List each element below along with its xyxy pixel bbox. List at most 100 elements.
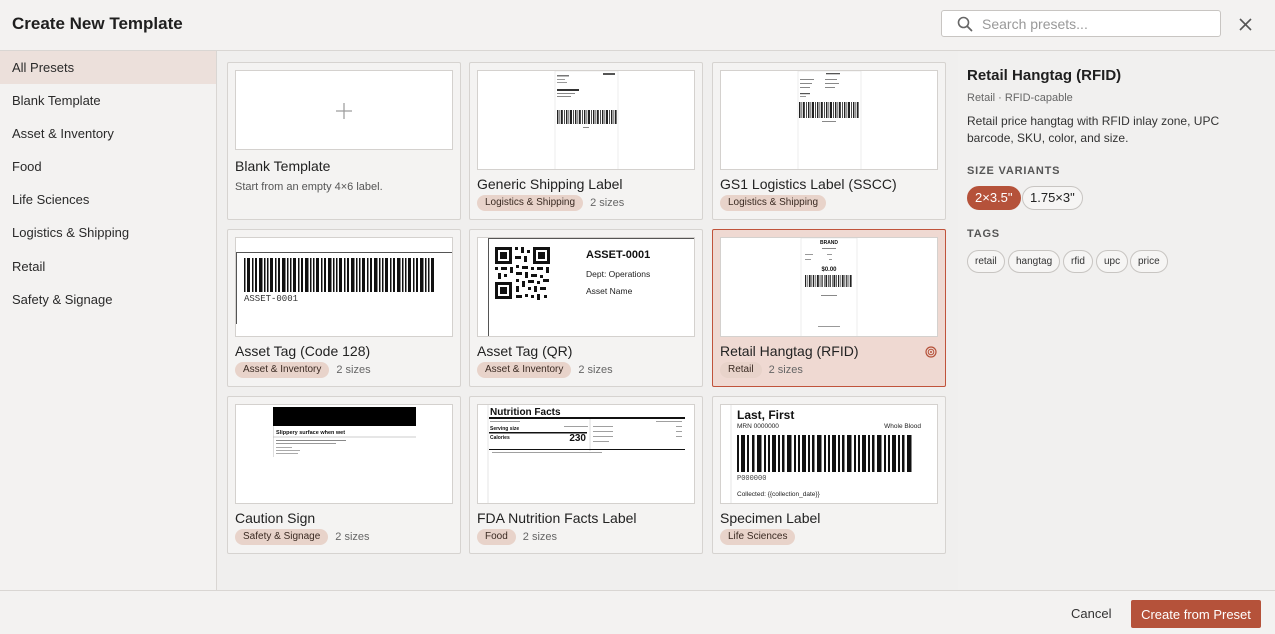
brand-text: BRAND [820, 240, 838, 246]
patient-name-text: Last, First [737, 408, 794, 422]
category-sidebar: All Presets Blank Template Asset & Inven… [0, 51, 217, 590]
preset-name: Asset Tag (Code 128) [235, 343, 371, 359]
tag-hangtag[interactable]: hangtag [1008, 250, 1061, 273]
size-count: 2 sizes [578, 364, 613, 376]
specimen-code-text: P000000 [737, 475, 766, 483]
sidebar-item-life-sciences[interactable]: Life Sciences [0, 183, 216, 216]
search-icon [957, 16, 973, 32]
serving-size-text: Serving size [490, 426, 519, 432]
preset-description: Start from an empty 4×6 label. [235, 181, 383, 193]
sidebar-item-all-presets[interactable]: All Presets [0, 51, 216, 84]
preset-detail-panel: Retail Hangtag (RFID) Retail · RFID-capa… [958, 51, 1275, 590]
preset-card-generic-shipping-label[interactable]: Generic Shipping Label Logistics & Shipp… [469, 62, 703, 220]
preset-thumbnail: Last, First MRN 0000000 Whole Blood P000… [720, 404, 938, 504]
category-pill: Retail [720, 362, 762, 378]
preset-name: Retail Hangtag (RFID) [720, 343, 859, 359]
close-icon [1239, 18, 1252, 31]
specimen-type-text: Whole Blood [884, 423, 921, 430]
detail-subtitle: Retail · RFID-capable [967, 92, 1073, 104]
preset-card-blank-template[interactable]: Blank Template Start from an empty 4×6 l… [227, 62, 461, 220]
category-pill: Logistics & Shipping [720, 195, 827, 211]
code128-barcode-preview: ASSET-0001 [236, 252, 452, 324]
preset-name: FDA Nutrition Facts Label [477, 510, 637, 526]
search-box[interactable] [941, 10, 1221, 37]
sidebar-item-logistics-shipping[interactable]: Logistics & Shipping [0, 216, 216, 249]
sidebar-item-blank-template[interactable]: Blank Template [0, 84, 216, 117]
preset-thumbnail [477, 70, 695, 170]
sidebar-item-asset-inventory[interactable]: Asset & Inventory [0, 117, 216, 150]
calories-value-text: 230 [569, 433, 586, 444]
size-variant-1-75x3[interactable]: 1.75×3" [1022, 186, 1083, 210]
asset-name-text: Asset Name [586, 286, 633, 296]
rfid-icon [925, 346, 937, 358]
caution-heading-text: Slippery surface when wet [276, 430, 345, 436]
preset-thumbnail: BRAND $0.00 [720, 237, 938, 337]
preset-card-specimen-label[interactable]: Last, First MRN 0000000 Whole Blood P000… [712, 396, 946, 554]
nutrition-facts-preview: Nutrition Facts Serving size Calories 23… [487, 405, 685, 503]
cancel-button[interactable]: Cancel [1063, 600, 1119, 626]
preset-name: Asset Tag (QR) [477, 343, 573, 359]
tag-retail[interactable]: retail [967, 250, 1005, 273]
asset-id-text: ASSET-0001 [586, 249, 650, 261]
preset-name: GS1 Logistics Label (SSCC) [720, 176, 897, 192]
tag-rfid[interactable]: rfid [1063, 250, 1093, 273]
tag-price[interactable]: price [1130, 250, 1168, 273]
category-pill: Life Sciences [720, 529, 796, 545]
category-pill: Food [477, 529, 516, 545]
nutrition-heading-text: Nutrition Facts [490, 407, 561, 418]
preset-name: Blank Template [235, 158, 331, 174]
shipping-label-preview [554, 71, 619, 169]
preset-card-asset-tag-code128[interactable]: ASSET-0001 Asset Tag (Code 128) Asset & … [227, 229, 461, 387]
sidebar-item-food[interactable]: Food [0, 150, 216, 183]
plus-icon [336, 103, 352, 119]
size-count: 2 sizes [522, 531, 558, 543]
preset-name: Specimen Label [720, 510, 821, 526]
preset-name: Caution Sign [235, 510, 316, 526]
preset-card-gs1-logistics-label[interactable]: GS1 Logistics Label (SSCC) Logistics & S… [712, 62, 946, 220]
preset-card-fda-nutrition-facts[interactable]: Nutrition Facts Serving size Calories 23… [469, 396, 703, 554]
preset-thumbnail: ASSET-0001 Dept: Operations Asset Name [477, 237, 695, 337]
qr-code-icon [495, 247, 550, 300]
preset-thumbnail: ASSET-0001 [235, 237, 453, 337]
asset-dept-text: Dept: Operations [586, 269, 650, 279]
size-variant-2x3-5[interactable]: 2×3.5" [967, 186, 1021, 210]
size-count: 2 sizes [335, 531, 370, 543]
mrn-text: MRN 0000000 [737, 423, 779, 430]
category-pill: Asset & Inventory [235, 362, 330, 378]
sidebar-item-retail[interactable]: Retail [0, 250, 216, 283]
preset-thumbnail [720, 70, 938, 170]
preset-card-caution-sign[interactable]: Slippery surface when wet Caution Sign S… [227, 396, 461, 554]
dialog-header: Create New Template [0, 0, 1275, 51]
preset-thumbnail: Slippery surface when wet [235, 404, 453, 504]
collected-text: Collected: {{collection_date}} [737, 491, 821, 498]
size-count: 2 sizes [590, 197, 625, 209]
hangtag-preview: BRAND $0.00 [800, 238, 858, 336]
tag-upc[interactable]: upc [1096, 250, 1129, 273]
specimen-label-preview: Last, First MRN 0000000 Whole Blood P000… [730, 405, 921, 503]
caution-sign-preview: Slippery surface when wet [273, 407, 416, 457]
size-variants-heading: SIZE VARIANTS [967, 165, 1061, 177]
qr-label-preview: ASSET-0001 Dept: Operations Asset Name [488, 238, 694, 336]
category-pill: Asset & Inventory [477, 362, 572, 378]
detail-description: Retail price hangtag with RFID inlay zon… [967, 114, 1220, 145]
gs1-label-preview [797, 71, 862, 169]
sidebar-item-safety-signage[interactable]: Safety & Signage [0, 283, 216, 316]
tags-heading: TAGS [967, 228, 1000, 240]
price-text: $0.00 [821, 267, 837, 273]
preset-grid: Blank Template Start from an empty 4×6 l… [217, 51, 958, 590]
close-button[interactable] [1236, 15, 1256, 35]
search-input[interactable] [982, 14, 1212, 34]
asset-code-text: ASSET-0001 [244, 294, 298, 304]
preset-thumbnail: Nutrition Facts Serving size Calories 23… [477, 404, 695, 504]
preset-name: Generic Shipping Label [477, 176, 623, 192]
calories-label-text: Calories [490, 435, 510, 441]
dialog-footer: Cancel Create from Preset [0, 590, 1275, 634]
category-pill: Safety & Signage [235, 529, 329, 545]
preset-thumbnail [235, 70, 453, 150]
size-count: 2 sizes [768, 364, 803, 376]
category-pill: Logistics & Shipping [477, 195, 584, 211]
detail-title: Retail Hangtag (RFID) [967, 67, 1122, 84]
preset-card-retail-hangtag[interactable]: BRAND $0.00 Retail Hangtag (RFID) Retail… [712, 229, 946, 387]
create-from-preset-button[interactable]: Create from Preset [1131, 600, 1261, 628]
preset-card-asset-tag-qr[interactable]: ASSET-0001 Dept: Operations Asset Name A… [469, 229, 703, 387]
